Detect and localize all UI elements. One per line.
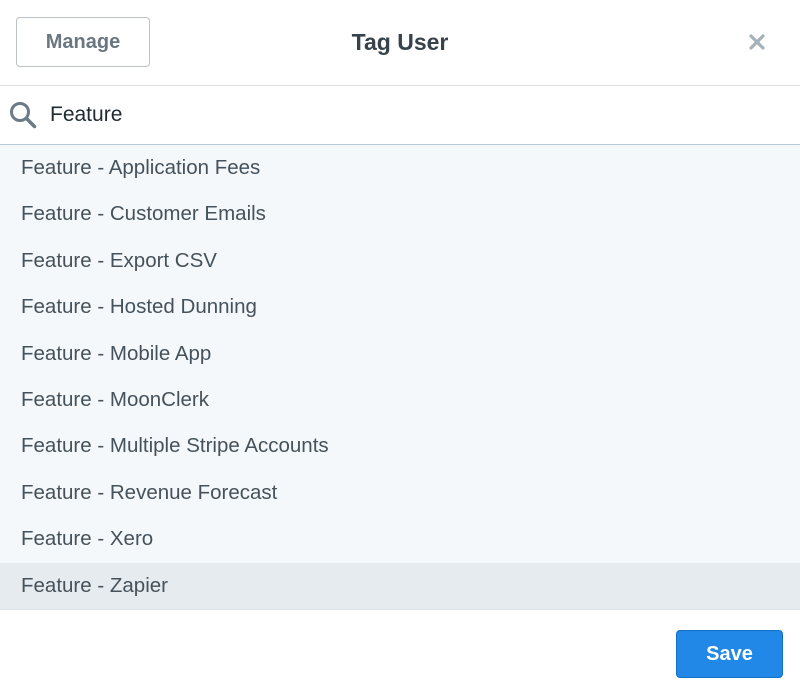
search-bar: [0, 86, 800, 145]
tag-results: Feature - Application Fees Feature - Cus…: [0, 145, 800, 610]
search-input[interactable]: [50, 100, 780, 130]
search-icon: [10, 102, 37, 129]
tag-option[interactable]: Feature - Revenue Forecast: [0, 470, 800, 516]
save-button[interactable]: Save: [676, 630, 783, 678]
dialog-header: Manage Tag User: [0, 0, 800, 86]
tag-option[interactable]: Feature - Hosted Dunning: [0, 284, 800, 330]
tag-option[interactable]: Feature - Export CSV: [0, 238, 800, 284]
tag-user-dialog: Manage Tag User Feature - Application Fe…: [0, 0, 800, 696]
close-button[interactable]: [742, 27, 772, 57]
dialog-title: Tag User: [351, 29, 449, 55]
tag-option[interactable]: Feature - Xero: [0, 516, 800, 562]
tag-option[interactable]: Feature - Customer Emails: [0, 191, 800, 237]
tag-option[interactable]: Feature - Mobile App: [0, 331, 800, 377]
tag-option-highlighted[interactable]: Feature - Zapier: [0, 562, 800, 609]
close-icon: [749, 34, 765, 50]
tag-option[interactable]: Feature - Multiple Stripe Accounts: [0, 423, 800, 469]
tag-option[interactable]: Feature - Application Fees: [0, 145, 800, 191]
tag-results-list: Feature - Application Fees Feature - Cus…: [0, 145, 800, 609]
tag-option[interactable]: Feature - MoonClerk: [0, 377, 800, 423]
